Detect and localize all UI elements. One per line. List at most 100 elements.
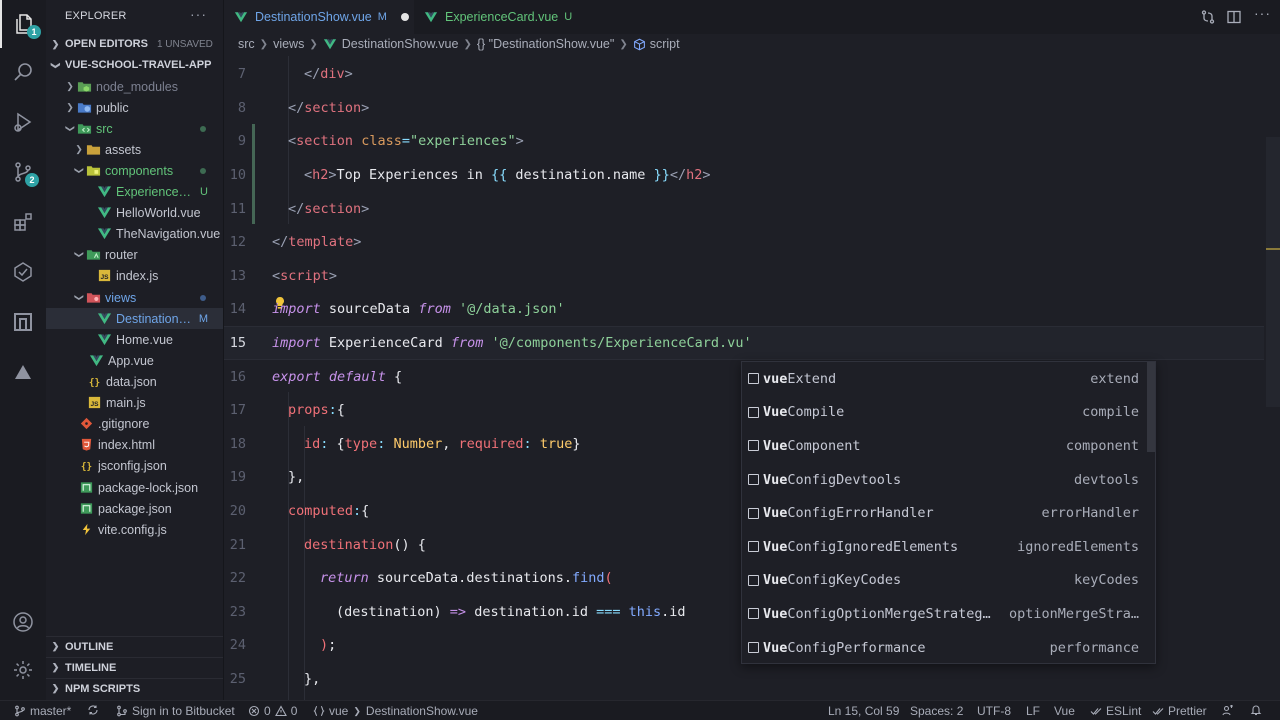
tree-item-helloworld[interactable]: HelloWorld.vue bbox=[46, 202, 223, 223]
chevron-right-icon: ❯ bbox=[51, 662, 60, 672]
vercel-activity-button[interactable] bbox=[0, 348, 46, 396]
tree-item-home[interactable]: Home.vue bbox=[46, 329, 223, 350]
tree-item-router[interactable]: ❯ router bbox=[46, 244, 223, 265]
run-debug-activity-button[interactable] bbox=[0, 98, 46, 146]
more-actions-icon[interactable]: ··· bbox=[1254, 5, 1270, 21]
chevron-down-icon: ❯ bbox=[74, 250, 85, 259]
code-line[interactable]: 13 <script> bbox=[224, 259, 1264, 293]
sync-status[interactable] bbox=[87, 704, 103, 716]
code-line[interactable]: 7 </div> bbox=[224, 57, 1264, 91]
code-line[interactable]: 25 }, bbox=[224, 662, 1264, 696]
breadcrumb-item[interactable]: src bbox=[238, 37, 255, 51]
tree-item-destinationshow[interactable]: DestinationShow.vue M bbox=[46, 308, 223, 329]
cursor-position[interactable]: Ln 15, Col 59 bbox=[828, 704, 899, 718]
feedback-button[interactable] bbox=[1222, 704, 1238, 716]
split-editor-icon[interactable] bbox=[1226, 9, 1242, 25]
extensions-activity-button[interactable] bbox=[0, 198, 46, 246]
language-breadcrumb[interactable]: vue ❯ DestinationShow.vue bbox=[313, 704, 478, 718]
bitbucket-signin[interactable]: Sign in to Bitbucket bbox=[116, 704, 235, 718]
code-line[interactable]: 10 <h2>Top Experiences in {{ destination… bbox=[224, 158, 1264, 192]
code-line[interactable]: 12 </template> bbox=[224, 225, 1264, 259]
tree-item-node-modules[interactable]: ❯ node_modules bbox=[46, 76, 223, 97]
chevron-right-icon: ❯ bbox=[463, 38, 472, 50]
feedback-icon bbox=[1222, 705, 1233, 716]
suggest-item[interactable]: VueConfigPerformance performance bbox=[742, 631, 1147, 665]
suggest-scrollbar[interactable] bbox=[1147, 362, 1155, 452]
suggest-item[interactable]: vueExtend extend bbox=[742, 362, 1147, 396]
gear-icon bbox=[14, 661, 32, 679]
suggest-item[interactable]: VueConfigKeyCodes keyCodes bbox=[742, 564, 1147, 598]
open-editors-section[interactable]: ❯ OPEN EDITORS 1 UNSAVED bbox=[46, 34, 223, 54]
tree-item-thenavigation[interactable]: TheNavigation.vue bbox=[46, 223, 223, 244]
chevron-right-icon: ❯ bbox=[309, 38, 318, 50]
eol-status[interactable]: LF bbox=[1026, 704, 1040, 718]
breadcrumb-item[interactable]: {} "DestinationShow.vue" bbox=[477, 37, 614, 51]
indentation-status[interactable]: Spaces: 2 bbox=[910, 704, 963, 718]
code-line-current[interactable]: 15 import ExperienceCard from '@/compone… bbox=[224, 326, 1264, 360]
remote-activity-button[interactable] bbox=[0, 298, 46, 346]
encoding-status[interactable]: UTF-8 bbox=[977, 704, 1011, 718]
notifications-button[interactable] bbox=[1250, 704, 1266, 716]
problems-status[interactable]: 0 0 bbox=[248, 704, 297, 718]
project-section[interactable]: ❯ VUE-SCHOOL-TRAVEL-APP bbox=[46, 55, 223, 75]
suggest-item[interactable]: VueConfigIgnoredElements ignoredElements bbox=[742, 530, 1147, 564]
tree-item-app[interactable]: App.vue bbox=[46, 350, 223, 371]
folder-assets-icon bbox=[85, 143, 101, 157]
tab-destinationshow[interactable]: DestinationShow.vue M bbox=[224, 0, 414, 34]
tree-item-jsconfig[interactable]: {} jsconfig.json bbox=[46, 455, 223, 476]
tree-item-src[interactable]: ❯ src bbox=[46, 118, 223, 139]
more-actions-icon[interactable]: ··· bbox=[190, 6, 207, 22]
text-icon bbox=[748, 507, 759, 519]
tree-item-assets[interactable]: ❯ assets bbox=[46, 139, 223, 160]
language-mode[interactable]: Vue bbox=[1054, 704, 1075, 718]
tree-item-package[interactable]: package.json bbox=[46, 498, 223, 519]
timeline-section[interactable]: ❯ TIMELINE bbox=[46, 657, 223, 677]
tree-item-experiencecard[interactable]: ExperienceCard.vue U bbox=[46, 181, 223, 202]
tree-item-package-lock[interactable]: package-lock.json bbox=[46, 477, 223, 498]
tree-item-main-js[interactable]: JS main.js bbox=[46, 392, 223, 413]
tree-item-router-index[interactable]: JS index.js bbox=[46, 265, 223, 286]
source-control-activity-button[interactable]: 2 bbox=[0, 148, 46, 196]
eslint-status[interactable]: ESLint bbox=[1090, 704, 1141, 718]
breadcrumb-item[interactable]: DestinationShow.vue bbox=[342, 37, 459, 51]
js-file-icon: JS bbox=[96, 269, 112, 283]
tree-item-vite-config[interactable]: vite.config.js bbox=[46, 519, 223, 540]
breadcrumb-item[interactable]: script bbox=[650, 37, 680, 51]
tree-item-gitignore[interactable]: .gitignore bbox=[46, 413, 223, 434]
tree-item-views[interactable]: ❯ views bbox=[46, 287, 223, 308]
code-line[interactable]: 8 </section> bbox=[224, 91, 1264, 125]
unsaved-count: 1 UNSAVED bbox=[156, 38, 213, 50]
check-all-icon bbox=[1090, 708, 1102, 715]
editor-scrollbar[interactable] bbox=[1266, 137, 1280, 407]
code-line[interactable]: 11 </section> bbox=[224, 192, 1264, 226]
sync-icon bbox=[88, 705, 98, 715]
tree-item-components[interactable]: ❯ components bbox=[46, 160, 223, 181]
open-changes-icon[interactable] bbox=[1200, 9, 1216, 25]
testing-activity-button[interactable] bbox=[0, 248, 46, 296]
tab-experiencecard[interactable]: ExperienceCard.vue U bbox=[414, 0, 589, 34]
suggest-item[interactable]: VueComponent component bbox=[742, 429, 1147, 463]
chevron-right-icon: ❯ bbox=[66, 102, 74, 112]
accounts-activity-button[interactable] bbox=[0, 598, 46, 646]
tree-item-public[interactable]: ❯ public bbox=[46, 97, 223, 118]
svg-text:{}: {} bbox=[80, 461, 91, 472]
npm-scripts-section[interactable]: ❯ NPM SCRIPTS bbox=[46, 678, 223, 698]
branch-status[interactable]: master* bbox=[14, 704, 71, 718]
unsaved-dot-icon[interactable] bbox=[400, 13, 409, 21]
manage-activity-button[interactable] bbox=[0, 646, 46, 694]
search-activity-button[interactable] bbox=[0, 48, 46, 96]
chevron-right-icon: ❯ bbox=[51, 683, 60, 693]
code-line[interactable]: 9 <section class="experiences"> bbox=[224, 124, 1264, 158]
suggest-item[interactable]: VueConfigOptionMergeStrateg… optionMerge… bbox=[742, 597, 1147, 631]
suggest-item[interactable]: VueCompile compile bbox=[742, 396, 1147, 430]
explorer-activity-button[interactable]: 1 bbox=[0, 0, 46, 48]
tree-item-data-json[interactable]: {} data.json bbox=[46, 371, 223, 392]
breadcrumb-item[interactable]: views bbox=[273, 37, 304, 51]
suggest-item[interactable]: VueConfigErrorHandler errorHandler bbox=[742, 496, 1147, 530]
suggest-item[interactable]: VueConfigDevtools devtools bbox=[742, 463, 1147, 497]
tree-item-index-html[interactable]: index.html bbox=[46, 434, 223, 455]
prettier-status[interactable]: Prettier bbox=[1152, 704, 1207, 718]
text-icon bbox=[748, 373, 759, 385]
code-line[interactable]: 14 import sourceData from '@/data.json' bbox=[224, 292, 1264, 326]
outline-section[interactable]: ❯ OUTLINE bbox=[46, 636, 223, 656]
